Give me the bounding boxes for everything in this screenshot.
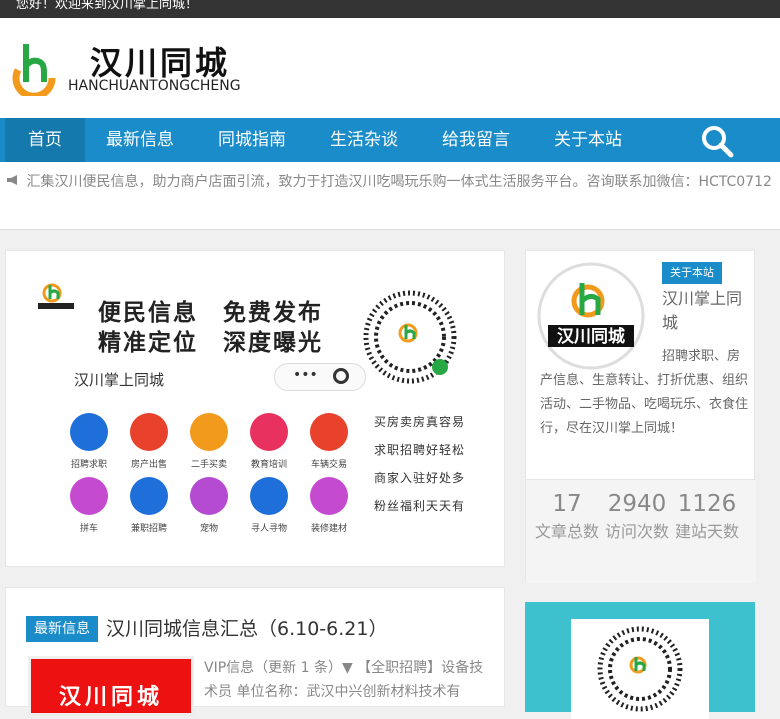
notice-bar: 汇集汉川便民信息，助力商户店面引流，致力于打造汉川吃喝玩乐购一体式生活服务平台。… [0, 162, 780, 230]
stat-number: 2940 [607, 491, 667, 517]
mini-app-label: 汉川掌上同城 [74, 371, 165, 389]
post-title[interactable]: 汉川同城信息汇总（6.10-6.21） [106, 614, 387, 641]
about-description: 招聘求职、房产信息、生意转让、打折优惠、组织活动、二手物品、吃喝玩乐、衣食住行，… [540, 349, 749, 436]
banner-side-line: 买房卖房真容易 [374, 415, 466, 429]
search-icon[interactable] [700, 124, 734, 158]
nav-item-guide[interactable]: 同城指南 [210, 118, 294, 162]
megaphone-icon [7, 175, 17, 185]
service-icon-decoration [310, 477, 348, 515]
post-card: 最新信息 汉川同城信息汇总（6.10-6.21） 汉川同城 VIP信息（更新 1… [5, 587, 505, 716]
stat-number: 1126 [677, 491, 737, 517]
service-label: 装修建材 [310, 524, 347, 534]
service-label: 房产出售 [130, 460, 167, 470]
qr-widget [525, 602, 755, 719]
banner-side-line: 粉丝福利天天有 [374, 499, 466, 513]
banner-slogan-2: 精准定位 深度曝光 [98, 330, 323, 356]
service-label: 宠物 [199, 524, 218, 534]
service-icon-lostfound [250, 477, 288, 515]
welcome-bar: 您好！欢迎来到汉川掌上同城！ [0, 0, 780, 18]
service-label: 拼车 [79, 524, 98, 534]
site-stats: 17 文章总数 2940 访问次数 1126 建站天数 [526, 479, 756, 583]
stat-label: 访问次数 [604, 522, 669, 541]
service-icon-vehicles [310, 413, 348, 451]
about-tag[interactable]: 关于本站 [662, 262, 722, 284]
post-category-tag[interactable]: 最新信息 [26, 616, 98, 642]
about-widget: 关于本站 汉川同城 汉川掌上同城 招聘求职、房产信息、生意转让、打折优惠、组织活… [525, 250, 756, 583]
post-thumbnail[interactable]: 汉川同城 [28, 656, 194, 716]
service-icon-housing [130, 413, 168, 451]
banner-slogan-1: 便民信息 免费发布 [98, 300, 323, 326]
site-header: 汉川同城 HANCHUANTONGCHENG [0, 18, 780, 118]
service-icon-jobs [70, 413, 108, 451]
post-thumbnail-text: 汉川同城 [59, 685, 164, 710]
logo-subtitle: HANCHUANTONGCHENG [68, 78, 241, 94]
service-icon-pets [190, 477, 228, 515]
main-nav: 首页 最新信息 同城指南 生活杂谈 给我留言 关于本站 [0, 118, 780, 162]
stat-visits: 2940 访问次数 [602, 490, 672, 545]
post-excerpt: VIP信息（更新 1 条）▼ 【全职招聘】设备技术员 单位名称：武汉中兴创新材料… [204, 660, 484, 700]
stat-articles: 17 文章总数 [532, 490, 602, 545]
notice-text: 汇集汉川便民信息，助力商户店面引流，致力于打造汉川吃喝玩乐购一体式生活服务平台。… [26, 174, 772, 190]
service-label: 寻人寻物 [250, 524, 287, 534]
service-label: 教育培训 [250, 460, 287, 470]
service-label: 兼职招聘 [130, 524, 167, 534]
site-logo-icon[interactable] [8, 38, 60, 96]
service-label: 二手买卖 [190, 460, 227, 470]
nav-item-life[interactable]: 生活杂谈 [322, 118, 406, 162]
nav-item-home[interactable]: 首页 [5, 118, 85, 162]
about-title[interactable]: 汉川掌上同城 [662, 287, 750, 335]
promo-banner[interactable]: 便民信息 免费发布 精准定位 深度曝光 汉川掌上同城 ••• 招聘求职 房产出售… [5, 250, 505, 567]
service-icon-parttime [130, 477, 168, 515]
banner-logo-icon [38, 283, 74, 309]
stat-label: 文章总数 [534, 522, 599, 541]
stat-days: 1126 建站天数 [672, 490, 742, 545]
banner-side-line: 商家入驻好处多 [374, 471, 466, 485]
svg-text:汉川同城: 汉川同城 [557, 327, 625, 347]
nav-item-about[interactable]: 关于本站 [546, 118, 630, 162]
qr-panel [571, 619, 709, 719]
banner-side-line: 求职招聘好轻松 [374, 443, 466, 457]
stat-label: 建站天数 [674, 522, 739, 541]
welcome-text: 您好！欢迎来到汉川掌上同城！ [16, 0, 199, 12]
qr-code-icon [363, 290, 457, 384]
service-icon-carpool [70, 477, 108, 515]
service-label: 车辆交易 [310, 460, 347, 470]
nav-item-message[interactable]: 给我留言 [434, 118, 518, 162]
nav-item-latest[interactable]: 最新信息 [98, 118, 182, 162]
stat-number: 17 [552, 491, 582, 517]
service-label: 招聘求职 [70, 460, 107, 470]
service-icon-secondhand [190, 413, 228, 451]
mini-app-capsule: ••• [274, 363, 366, 391]
service-icon-education [250, 413, 288, 451]
